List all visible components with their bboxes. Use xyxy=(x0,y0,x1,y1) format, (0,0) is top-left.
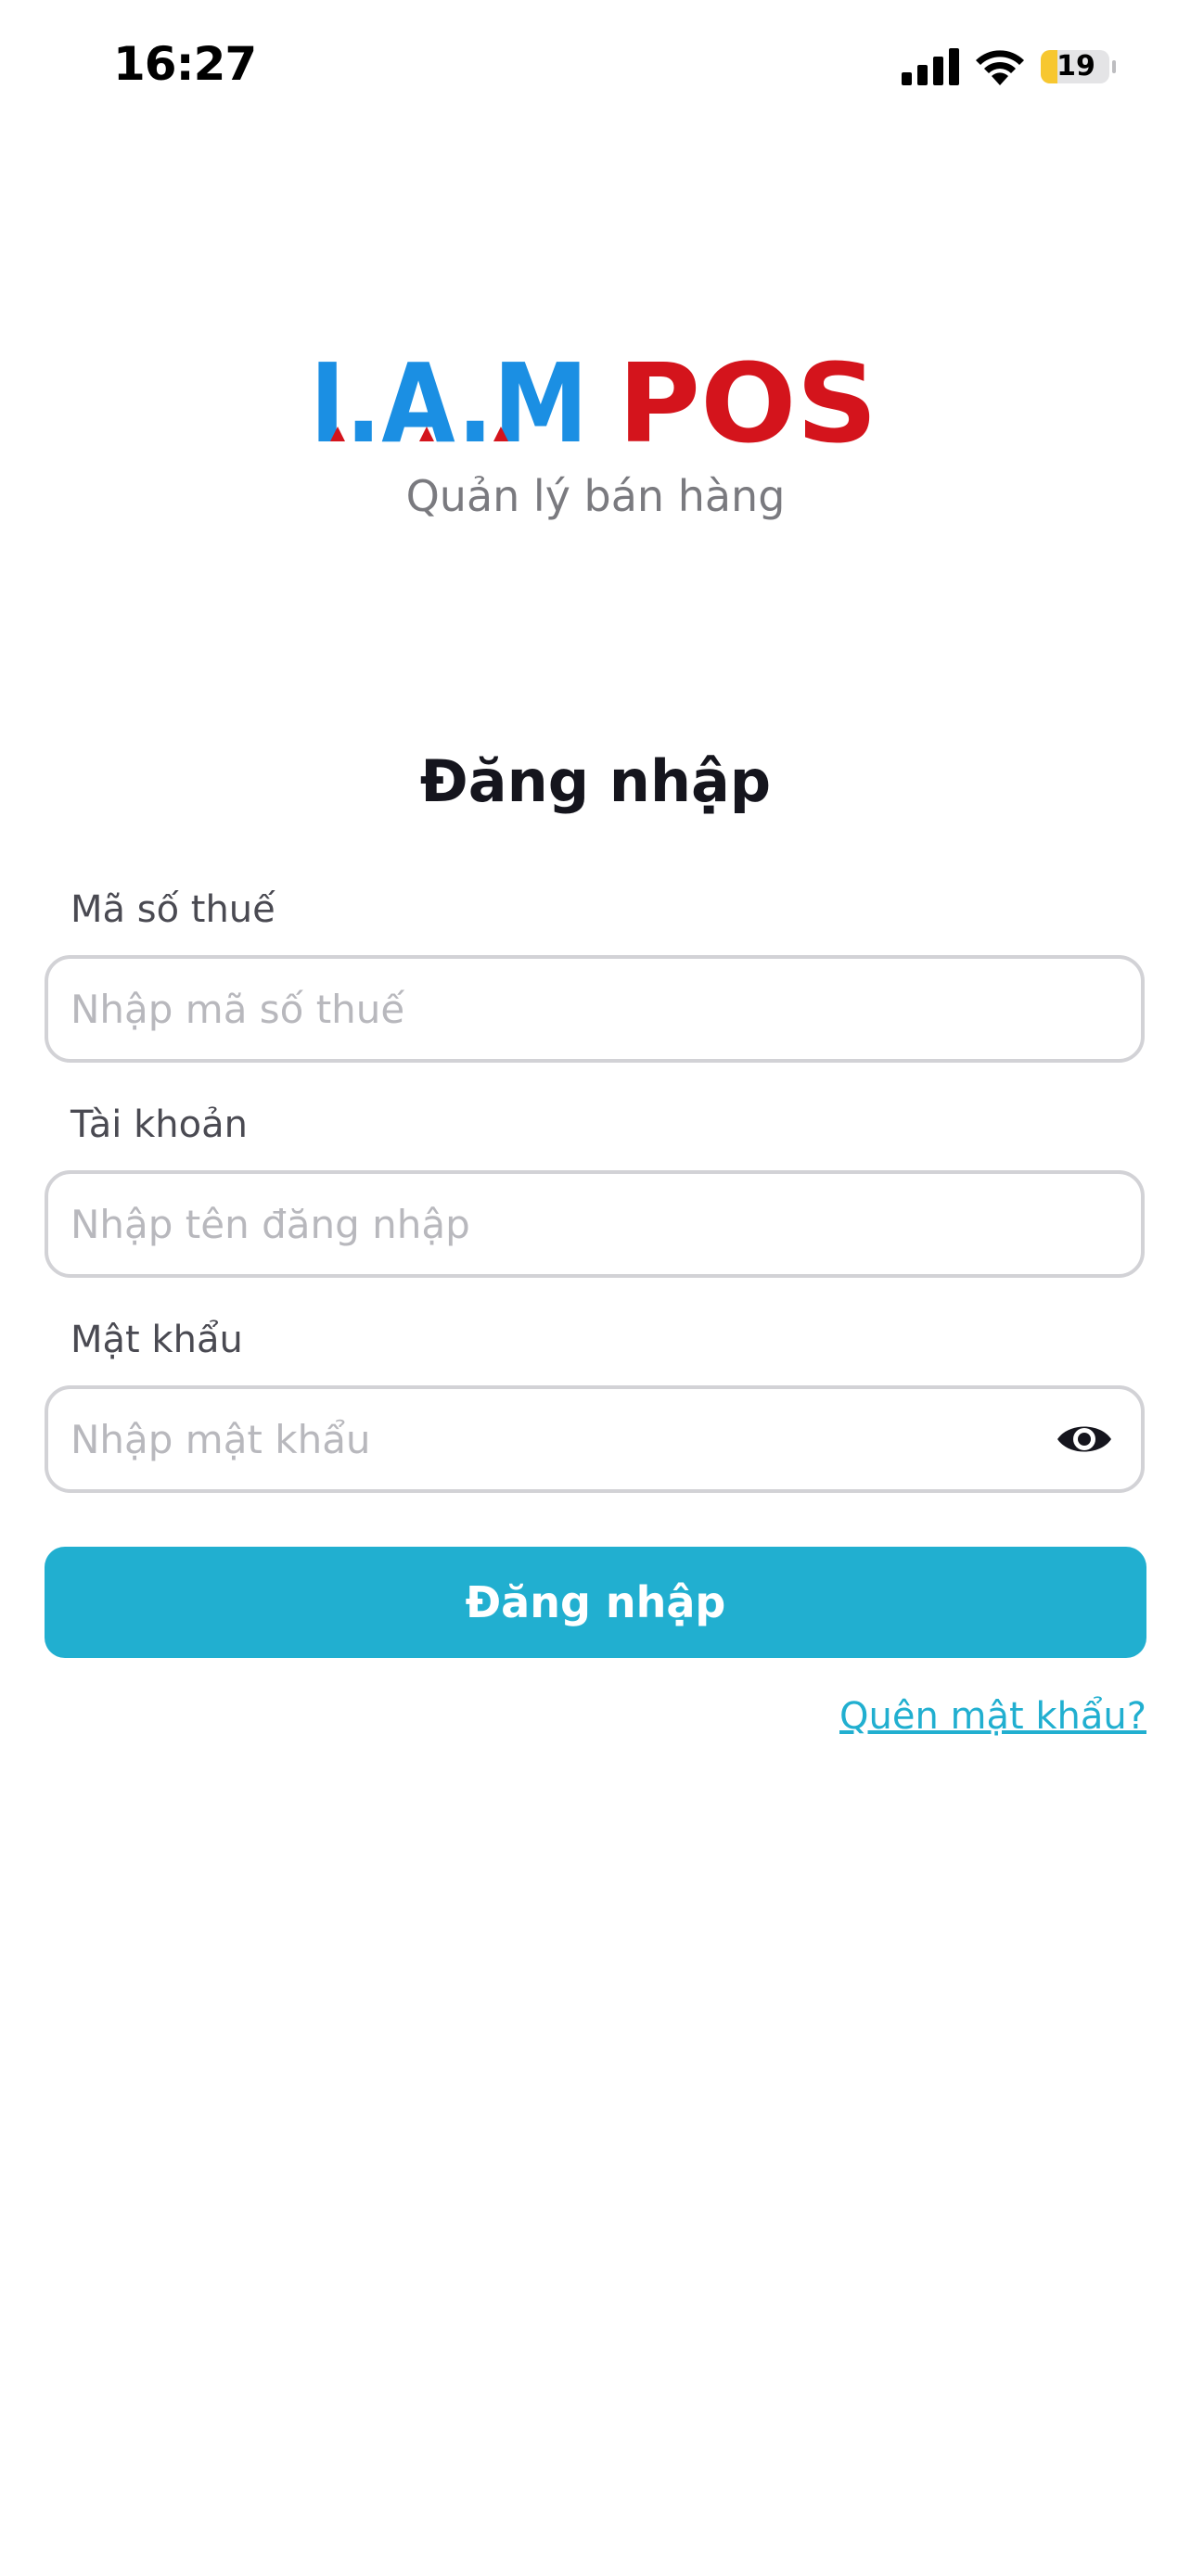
status-bar: 16:27 19 xyxy=(0,0,1191,139)
app-logo: I.A.M POS xyxy=(310,343,877,454)
account-label: Tài khoản xyxy=(70,1103,248,1146)
wifi-icon xyxy=(976,50,1024,85)
logo-text-pos: POS xyxy=(618,343,877,454)
tax-code-field[interactable] xyxy=(45,955,1145,1063)
status-time: 16:27 xyxy=(113,37,257,91)
battery-level: 19 xyxy=(1057,50,1095,83)
password-field[interactable] xyxy=(45,1385,1145,1493)
tax-code-label: Mã số thuế xyxy=(70,888,275,931)
account-field[interactable] xyxy=(45,1170,1145,1278)
page-title: Đăng nhập xyxy=(419,747,772,815)
logo-text-iam: I.A.M xyxy=(310,343,588,454)
password-label: Mật khẩu xyxy=(70,1319,243,1361)
eye-icon[interactable] xyxy=(1056,1417,1113,1461)
forgot-password-link[interactable]: Quên mật khẩu? xyxy=(839,1695,1146,1738)
login-button[interactable]: Đăng nhập xyxy=(45,1547,1146,1658)
tax-code-input[interactable] xyxy=(70,959,998,1059)
password-input[interactable] xyxy=(70,1389,980,1489)
cellular-signal-icon xyxy=(902,48,959,85)
account-input[interactable] xyxy=(70,1174,998,1274)
app-subtitle: Quản lý bán hàng xyxy=(405,471,786,521)
